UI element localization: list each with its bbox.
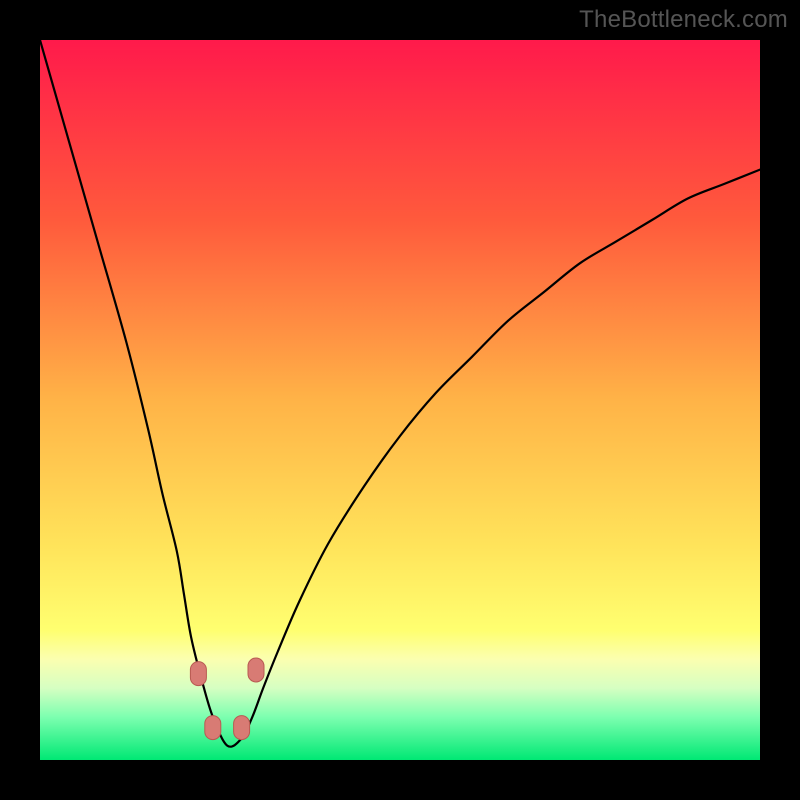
watermark-text: TheBottleneck.com [579,6,788,34]
chart-canvas: TheBottleneck.com [0,0,800,800]
right-lower-marker [234,716,250,740]
left-upper-marker [190,662,206,686]
right-upper-marker [248,658,264,682]
plot-area [40,40,760,760]
left-lower-marker [205,716,221,740]
plot-svg [40,40,760,760]
gradient-background [40,40,760,760]
